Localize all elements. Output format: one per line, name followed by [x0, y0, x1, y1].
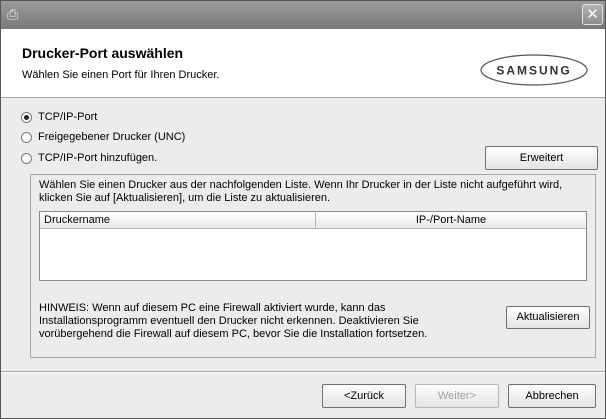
header-panel: Drucker-Port auswählen Wählen Sie einen …: [1, 29, 605, 98]
installer-window: ⎙ ✕ Drucker-Port auswählen Wählen Sie ei…: [0, 0, 606, 419]
page-title: Drucker-Port auswählen: [22, 45, 184, 61]
radio-shared-printer[interactable]: Freigegebener Drucker (UNC): [21, 129, 185, 145]
column-header-ip-port-name[interactable]: IP-/Port-Name: [316, 212, 586, 228]
radio-shared-printer-label: Freigegebener Drucker (UNC): [38, 131, 186, 143]
page-subtitle: Wählen Sie einen Port für Ihren Drucker.: [22, 69, 220, 81]
radio-tcpip-port-label: TCP/IP-Port: [38, 111, 98, 123]
radio-add-tcpip-port[interactable]: TCP/IP-Port hinzufügen.: [21, 150, 157, 166]
close-button[interactable]: ✕: [582, 4, 603, 25]
radio-unselected-icon: [21, 131, 32, 143]
printer-list[interactable]: Druckername IP-/Port-Name: [39, 211, 587, 281]
radio-selected-icon: [21, 111, 32, 123]
printer-list-description: Wählen Sie einen Drucker aus der nachfol…: [39, 179, 563, 204]
cancel-button[interactable]: Abbrechen: [508, 384, 596, 408]
refresh-button[interactable]: Aktualisieren: [506, 306, 590, 329]
radio-add-tcpip-port-label: TCP/IP-Port hinzufügen.: [38, 152, 158, 164]
back-button[interactable]: <Zurück: [322, 384, 406, 408]
radio-unselected-icon: [21, 152, 32, 164]
samsung-logo-text: SAMSUNG: [496, 64, 571, 78]
footer-divider: [1, 371, 605, 373]
column-header-printer-name[interactable]: Druckername: [40, 212, 316, 228]
samsung-logo: SAMSUNG: [480, 54, 588, 86]
printer-list-header: Druckername IP-/Port-Name: [40, 212, 586, 229]
radio-tcpip-port[interactable]: TCP/IP-Port: [21, 109, 97, 125]
next-button[interactable]: Weiter>: [415, 384, 499, 408]
advanced-button[interactable]: Erweitert: [485, 146, 598, 170]
installer-icon: ⎙: [7, 6, 19, 22]
firewall-hint: HINWEIS: Wenn auf diesem PC eine Firewal…: [39, 302, 428, 340]
title-bar: ⎙ ✕: [1, 1, 605, 29]
printer-list-group: Wählen Sie einen Drucker aus der nachfol…: [30, 174, 596, 358]
